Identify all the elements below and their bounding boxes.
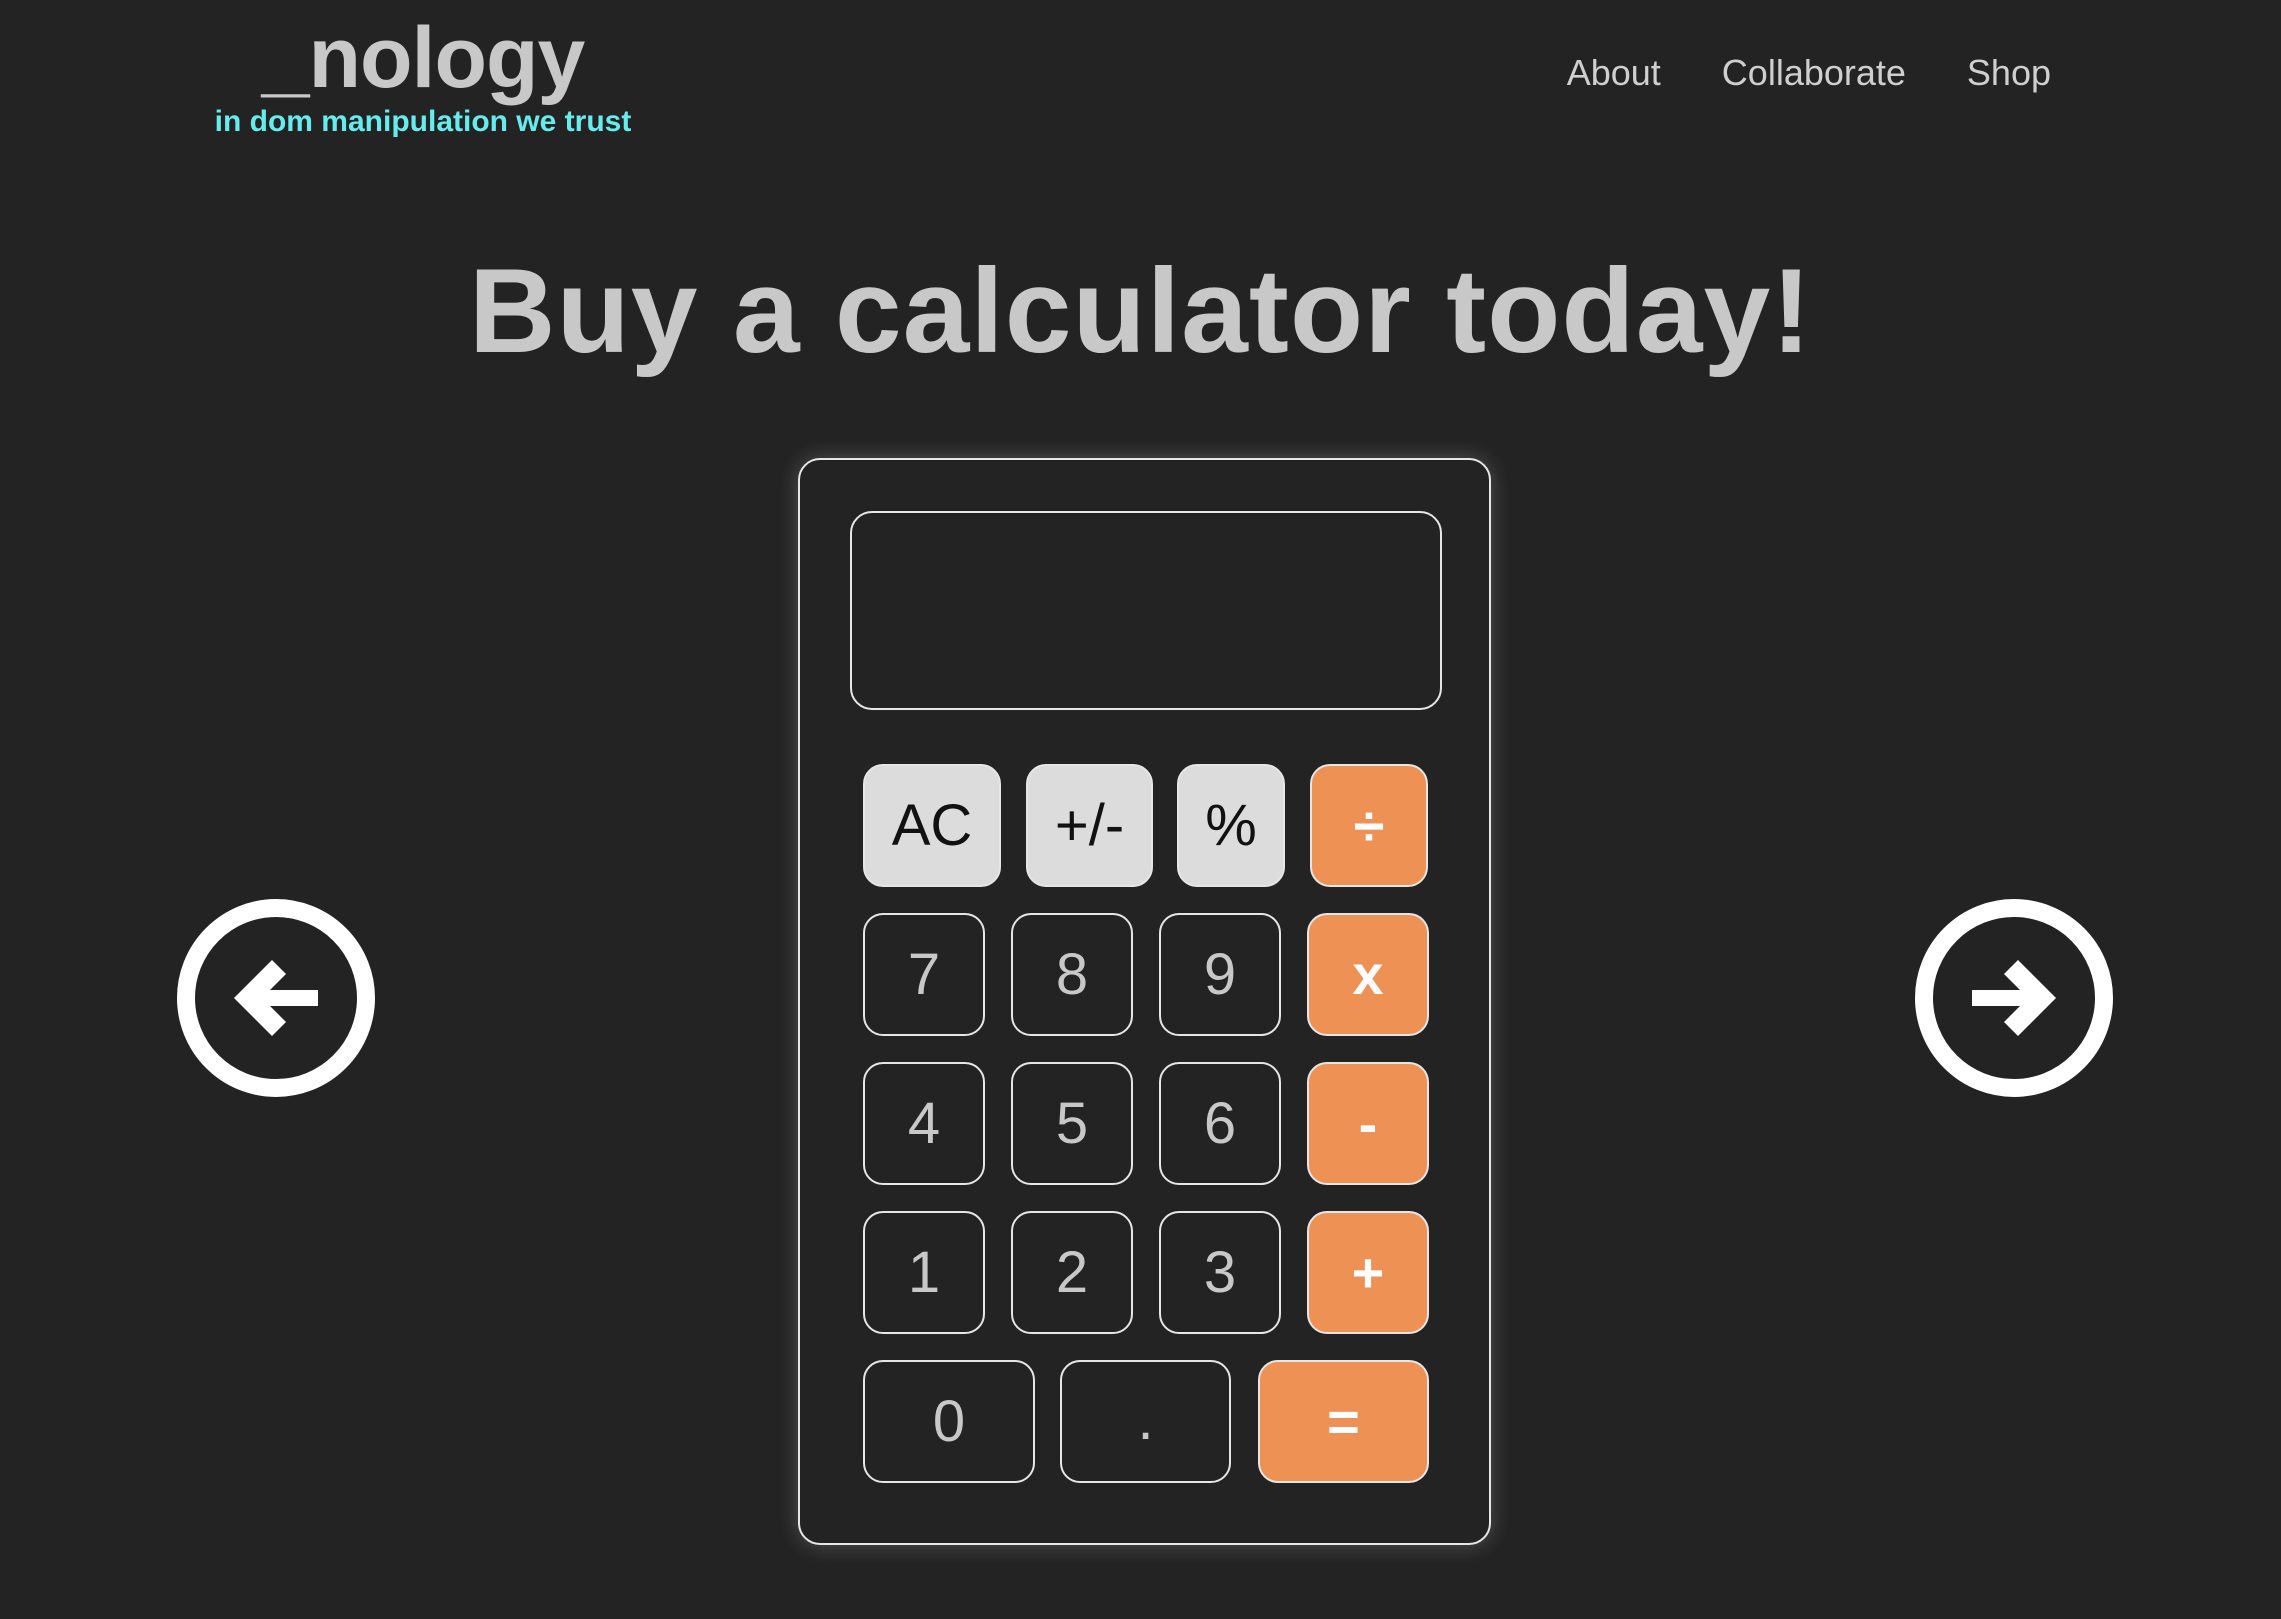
add-button[interactable]: + [1307,1211,1429,1334]
digit-3-button[interactable]: 3 [1159,1211,1281,1334]
calculator: AC +/- % ÷ 7 8 9 x 4 5 6 - 1 2 3 + 0 . = [798,458,1491,1545]
arrow-left-circle-icon [177,899,375,1097]
toggle-sign-button[interactable]: +/- [1026,764,1153,887]
digit-1-button[interactable]: 1 [863,1211,985,1334]
digit-7-button[interactable]: 7 [863,913,985,1036]
arrow-right-circle-icon [1915,899,2113,1097]
logo[interactable]: _nology in dom manipulation we trust [213,12,633,140]
digit-9-button[interactable]: 9 [1159,913,1281,1036]
digit-8-button[interactable]: 8 [1011,913,1133,1036]
digit-4-button[interactable]: 4 [863,1062,985,1185]
calculator-display [850,511,1442,710]
page: _nology in dom manipulation we trust Abo… [0,0,2281,1619]
carousel-prev-button[interactable] [176,898,376,1098]
logo-tagline: in dom manipulation we trust [214,105,632,138]
main-nav: About Collaborate Shop [1567,52,2051,94]
digit-2-button[interactable]: 2 [1011,1211,1133,1334]
nav-link-about[interactable]: About [1567,52,1661,94]
decimal-button[interactable]: . [1060,1360,1231,1483]
nav-link-shop[interactable]: Shop [1967,52,2051,94]
subtract-button[interactable]: - [1307,1062,1429,1185]
digit-0-button[interactable]: 0 [863,1360,1035,1483]
equals-button[interactable]: = [1258,1360,1429,1483]
logo-title: _nology [261,10,586,106]
divide-button[interactable]: ÷ [1310,764,1428,887]
carousel-next-button[interactable] [1914,898,2114,1098]
digit-6-button[interactable]: 6 [1159,1062,1281,1185]
digit-5-button[interactable]: 5 [1011,1062,1133,1185]
nav-link-collaborate[interactable]: Collaborate [1722,52,1906,94]
percent-button[interactable]: % [1177,764,1285,887]
page-headline: Buy a calculator today! [468,244,1813,378]
clear-button[interactable]: AC [863,764,1001,887]
multiply-button[interactable]: x [1307,913,1429,1036]
